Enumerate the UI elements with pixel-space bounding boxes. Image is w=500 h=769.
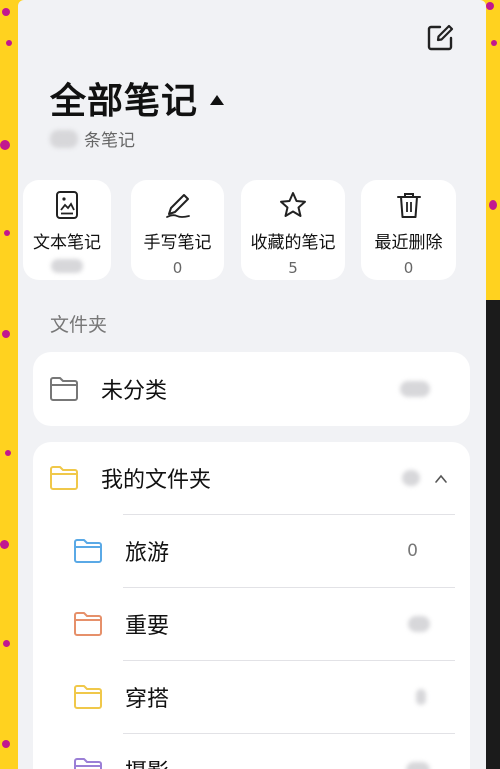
folder-name: 重要 <box>125 614 170 639</box>
folder-icon <box>50 466 78 490</box>
folder-name: 未分类 <box>101 379 168 404</box>
category-card-favorite-notes[interactable]: 收藏的笔记 5 <box>241 180 345 280</box>
folder-row-unclassified[interactable]: 未分类 <box>33 352 470 426</box>
folder-icon <box>74 758 102 769</box>
folder-count-redacted <box>400 381 430 397</box>
subfolder-row-travel[interactable]: 旅游 0 <box>33 515 470 587</box>
folder-name: 摄影 <box>125 754 169 769</box>
folder-icon <box>74 539 102 563</box>
folder-name: 我的文件夹 <box>101 468 212 493</box>
folder-count-redacted <box>406 762 430 769</box>
subfolder-row-outfits[interactable]: 穿搭 <box>33 661 470 733</box>
category-card-text-notes[interactable]: 文本笔记 <box>23 180 111 280</box>
subfolder-row-important[interactable]: 重要 <box>33 588 470 660</box>
category-count: 0 <box>172 259 183 277</box>
folder-group-my-folders: 我的文件夹 旅游 0 重要 穿搭 <box>33 442 470 769</box>
category-count: 0 <box>403 259 414 277</box>
category-count <box>51 259 83 277</box>
document-icon <box>56 191 78 219</box>
category-label: 收藏的笔记 <box>250 233 336 253</box>
note-count-label: 条笔记 <box>84 131 135 151</box>
folders-section-label: 文件夹 <box>50 314 108 336</box>
new-note-button[interactable] <box>424 22 456 54</box>
folder-count-redacted <box>402 470 420 486</box>
note-count-redacted <box>50 129 78 148</box>
folder-icon <box>74 612 102 636</box>
subfolder-row-photography[interactable]: 摄影 <box>33 734 470 769</box>
category-card-handwritten-notes[interactable]: 手写笔记 0 <box>131 180 224 280</box>
folder-icon <box>74 685 102 709</box>
category-card-recently-deleted[interactable]: 最近删除 0 <box>361 180 456 280</box>
dropdown-caret-icon <box>210 95 225 105</box>
star-icon <box>280 192 306 217</box>
folder-row-my-folders[interactable]: 我的文件夹 <box>33 442 470 514</box>
folder-count-redacted <box>408 616 430 632</box>
edit-icon <box>427 24 454 51</box>
folder-name: 穿搭 <box>125 687 170 712</box>
trash-icon <box>396 193 421 218</box>
category-count: 5 <box>288 259 298 277</box>
folder-count-redacted <box>416 689 426 705</box>
category-label: 手写笔记 <box>143 233 212 253</box>
category-label: 最近删除 <box>374 233 443 253</box>
pen-icon <box>165 194 190 218</box>
category-label: 文本笔记 <box>33 233 101 253</box>
notebook-selector[interactable]: 全部笔记 <box>50 72 225 124</box>
folder-count: 0 <box>407 541 418 561</box>
category-cards: 文本笔记 手写笔记 0 收藏的笔记 5 最近删除 0 <box>23 180 486 280</box>
folder-name: 旅游 <box>125 541 170 566</box>
notes-panel: 全部笔记 条笔记 文本笔记 手写笔记 0 收藏的笔记 5 最近删除 0 文件夹 … <box>18 0 486 769</box>
folder-icon <box>50 377 78 401</box>
chevron-up-icon[interactable] <box>434 472 448 486</box>
note-count: 条笔记 <box>50 126 135 151</box>
page-title: 全部笔记 <box>50 81 199 122</box>
